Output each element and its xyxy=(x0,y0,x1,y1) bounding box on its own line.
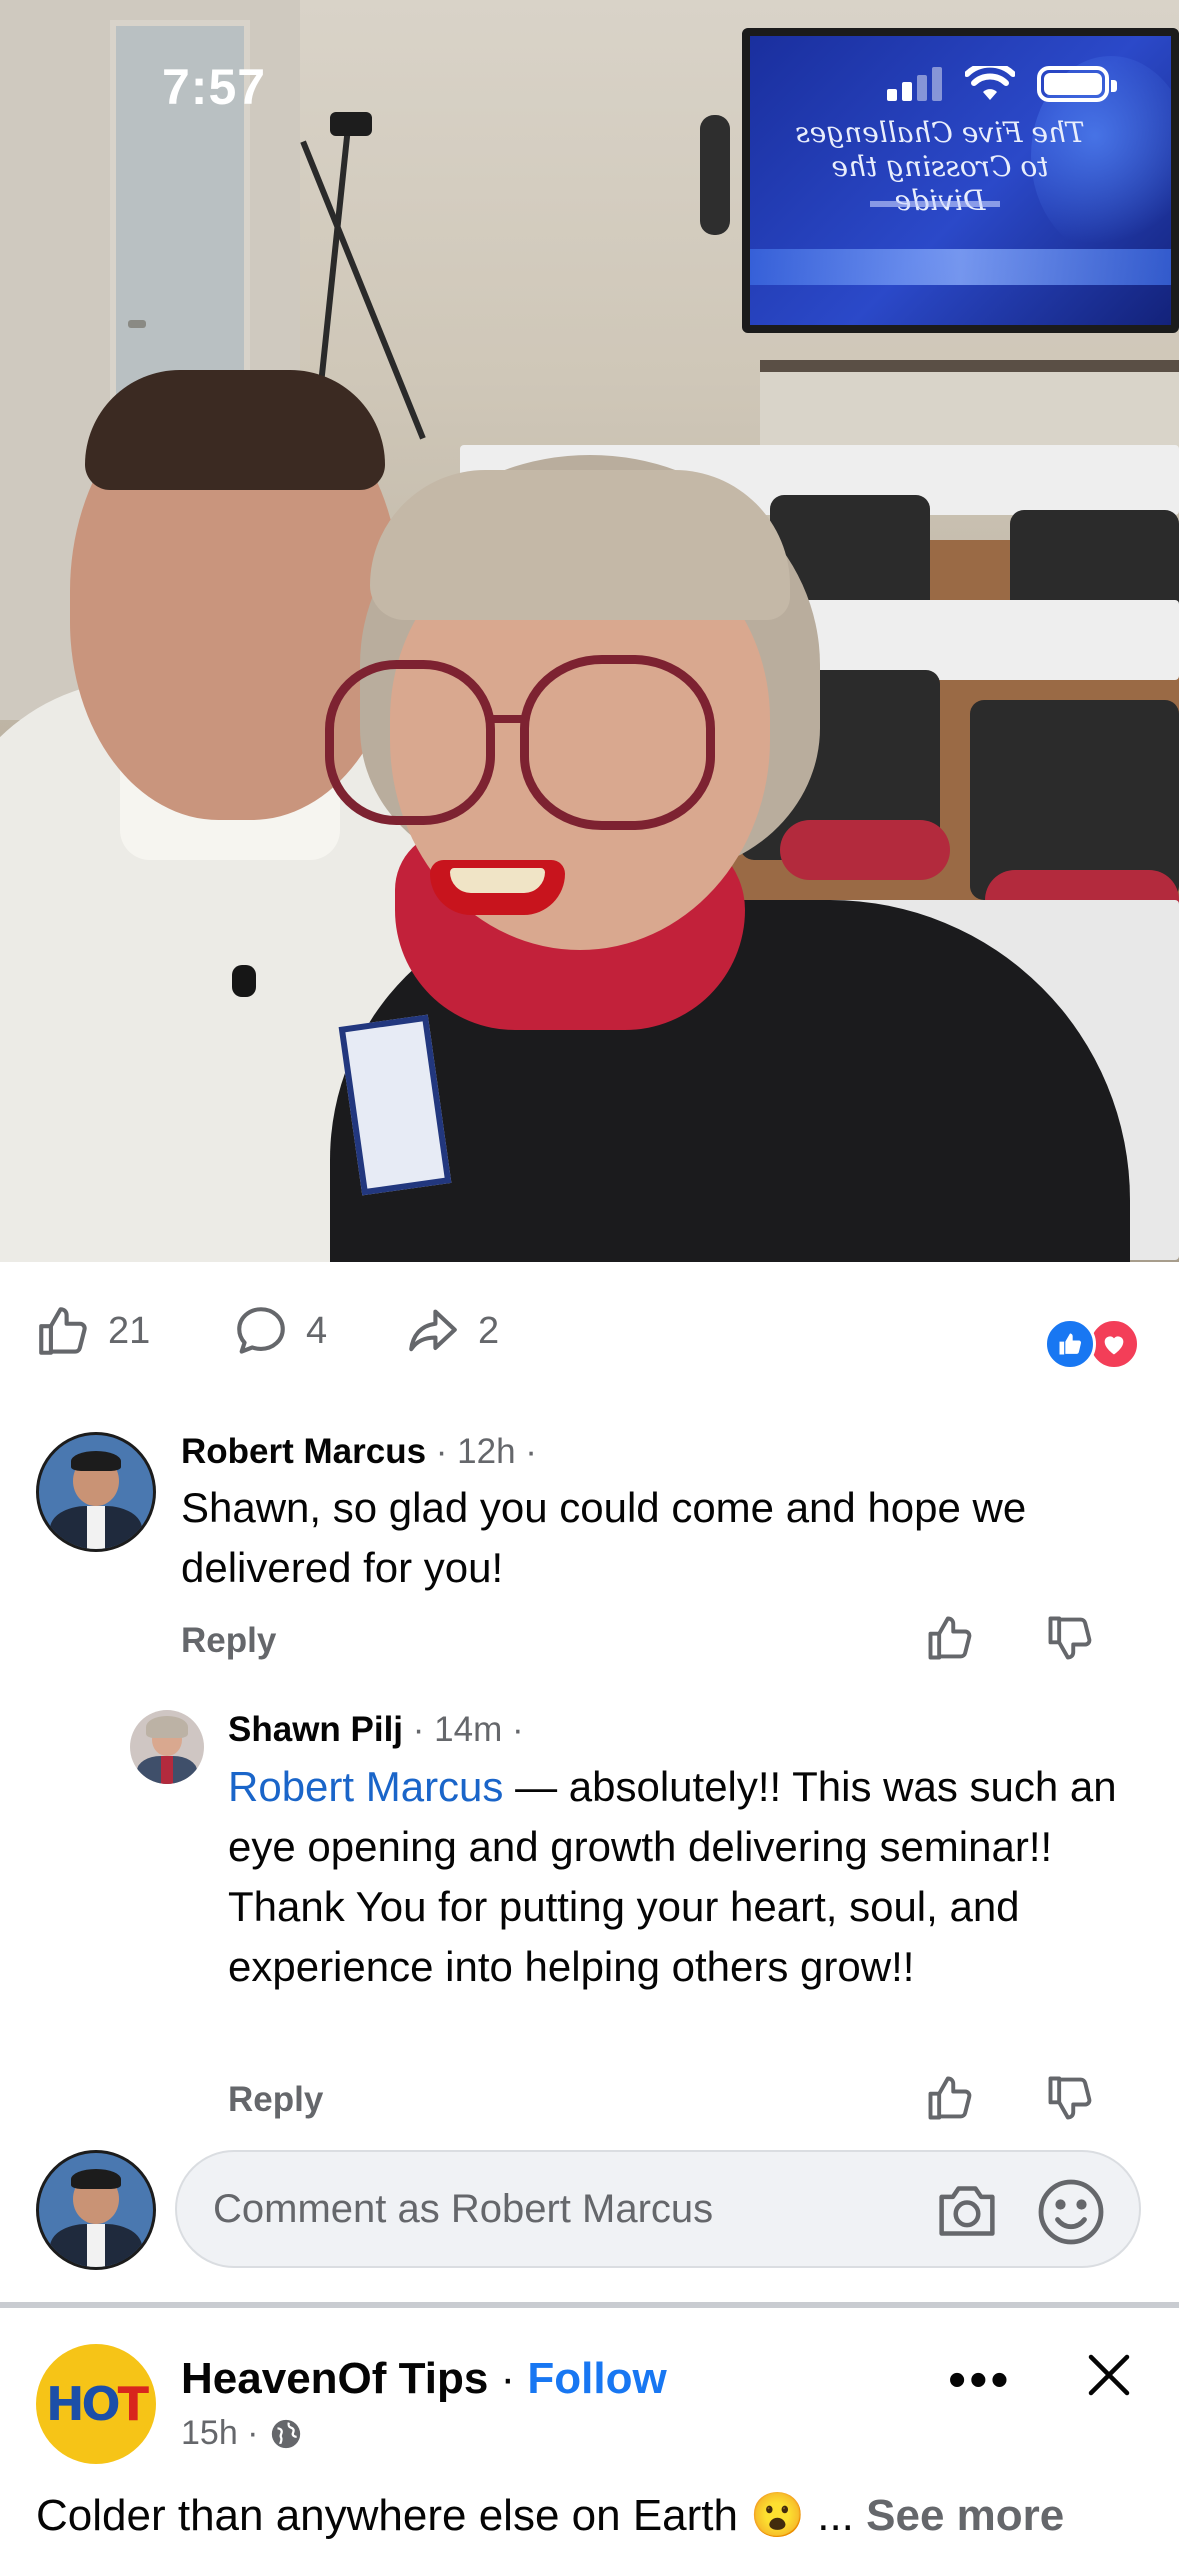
post-timestamp[interactable]: 15h · xyxy=(181,2414,259,2453)
more-options-icon[interactable]: ••• xyxy=(948,2350,1012,2410)
photo-man-hair xyxy=(85,370,385,490)
share-count: 2 xyxy=(478,1309,500,1352)
reactions-summary[interactable] xyxy=(1044,1318,1144,1372)
comment-header: Shawn Pilj · 14m · xyxy=(228,1710,524,1750)
battery-icon xyxy=(1037,66,1117,102)
post-caption: Colder than anywhere else on Earth 😮 ...… xyxy=(36,2486,1064,2546)
photo-chair-seat xyxy=(780,820,950,880)
share-button[interactable]: 2 xyxy=(404,1302,499,1360)
close-icon[interactable] xyxy=(1082,2348,1136,2402)
photo-woman-bangs xyxy=(370,470,790,620)
mention-link[interactable]: Robert Marcus xyxy=(228,1763,503,1810)
thumbs-up-icon xyxy=(39,1307,87,1355)
comment-bubble-icon xyxy=(237,1307,285,1354)
globe-icon xyxy=(271,2419,300,2448)
status-bar-icons xyxy=(887,66,1117,102)
comment-count: 4 xyxy=(306,1309,328,1352)
reply-author-avatar[interactable] xyxy=(130,1710,204,1784)
photo-speaker xyxy=(700,115,730,235)
downvote-icon[interactable] xyxy=(1044,1612,1096,1664)
post-action-bar: 21 4 2 xyxy=(0,1262,1179,1402)
page-avatar-logo: HOT xyxy=(46,2377,149,2431)
page-avatar[interactable]: HOT xyxy=(36,2344,156,2464)
comment-author-name[interactable]: Shawn Pilj xyxy=(228,1710,403,1749)
reply-button[interactable]: Reply xyxy=(228,2080,323,2120)
feed-divider xyxy=(0,2302,1179,2308)
emoji-icon[interactable] xyxy=(1035,2176,1107,2248)
comment-timestamp: · 12h · xyxy=(435,1432,537,1471)
photo-tv-stripe xyxy=(750,249,1171,285)
photo-smile xyxy=(450,868,545,893)
title-separator: · xyxy=(488,2354,528,2403)
see-more-link[interactable]: See more xyxy=(866,2491,1064,2540)
photo-door-handle xyxy=(128,320,146,328)
upvote-icon[interactable] xyxy=(924,2072,976,2124)
comment-input-box[interactable] xyxy=(175,2150,1141,2268)
share-arrow-icon xyxy=(409,1309,457,1352)
photo-lapel-mic xyxy=(232,965,256,997)
current-user-avatar xyxy=(36,2150,156,2270)
page-name[interactable]: HeavenOf Tips xyxy=(181,2354,488,2403)
post-meta: 15h · xyxy=(181,2414,303,2453)
like-count: 21 xyxy=(108,1309,151,1352)
camera-icon[interactable] xyxy=(931,2180,1003,2242)
caption-ellipsis: ... xyxy=(817,2491,854,2540)
comment-input[interactable] xyxy=(213,2186,893,2232)
photo-glasses-bridge xyxy=(488,715,526,723)
upvote-icon[interactable] xyxy=(924,1612,976,1664)
follow-button[interactable]: Follow xyxy=(527,2354,666,2403)
photo-glasses-lens xyxy=(520,655,715,830)
like-button[interactable]: 21 xyxy=(34,1302,150,1360)
comment-timestamp: · 14m · xyxy=(412,1710,524,1749)
photo-glasses-lens xyxy=(325,660,495,825)
comment-text: Robert Marcus — absolutely!! This was su… xyxy=(228,1757,1128,1997)
reply-button[interactable]: Reply xyxy=(181,1621,276,1661)
like-reaction-icon xyxy=(1044,1318,1096,1370)
comment-text: Shawn, so glad you could come and hope w… xyxy=(181,1484,1027,1591)
downvote-icon[interactable] xyxy=(1044,2072,1096,2124)
photo-tv-subtitle xyxy=(870,201,1000,207)
comment-composer xyxy=(0,2140,1179,2270)
status-bar-time: 7:57 xyxy=(162,59,267,115)
comment-author-name[interactable]: Robert Marcus xyxy=(181,1432,426,1471)
commenter-avatar[interactable] xyxy=(36,1432,156,1552)
comment-header: Robert Marcus · 12h · xyxy=(181,1432,537,1472)
post-caption-text: Colder than anywhere else on Earth 😮 xyxy=(36,2491,805,2540)
post-photo[interactable]: The Five Challenges to Crossing the Divi… xyxy=(0,0,1179,1262)
post-header-title: HeavenOf Tips · Follow xyxy=(181,2354,667,2404)
comment-button[interactable]: 4 xyxy=(232,1302,327,1360)
photo-camera xyxy=(330,112,372,136)
wifi-icon xyxy=(965,66,1015,100)
cellular-signal-icon xyxy=(887,67,942,101)
